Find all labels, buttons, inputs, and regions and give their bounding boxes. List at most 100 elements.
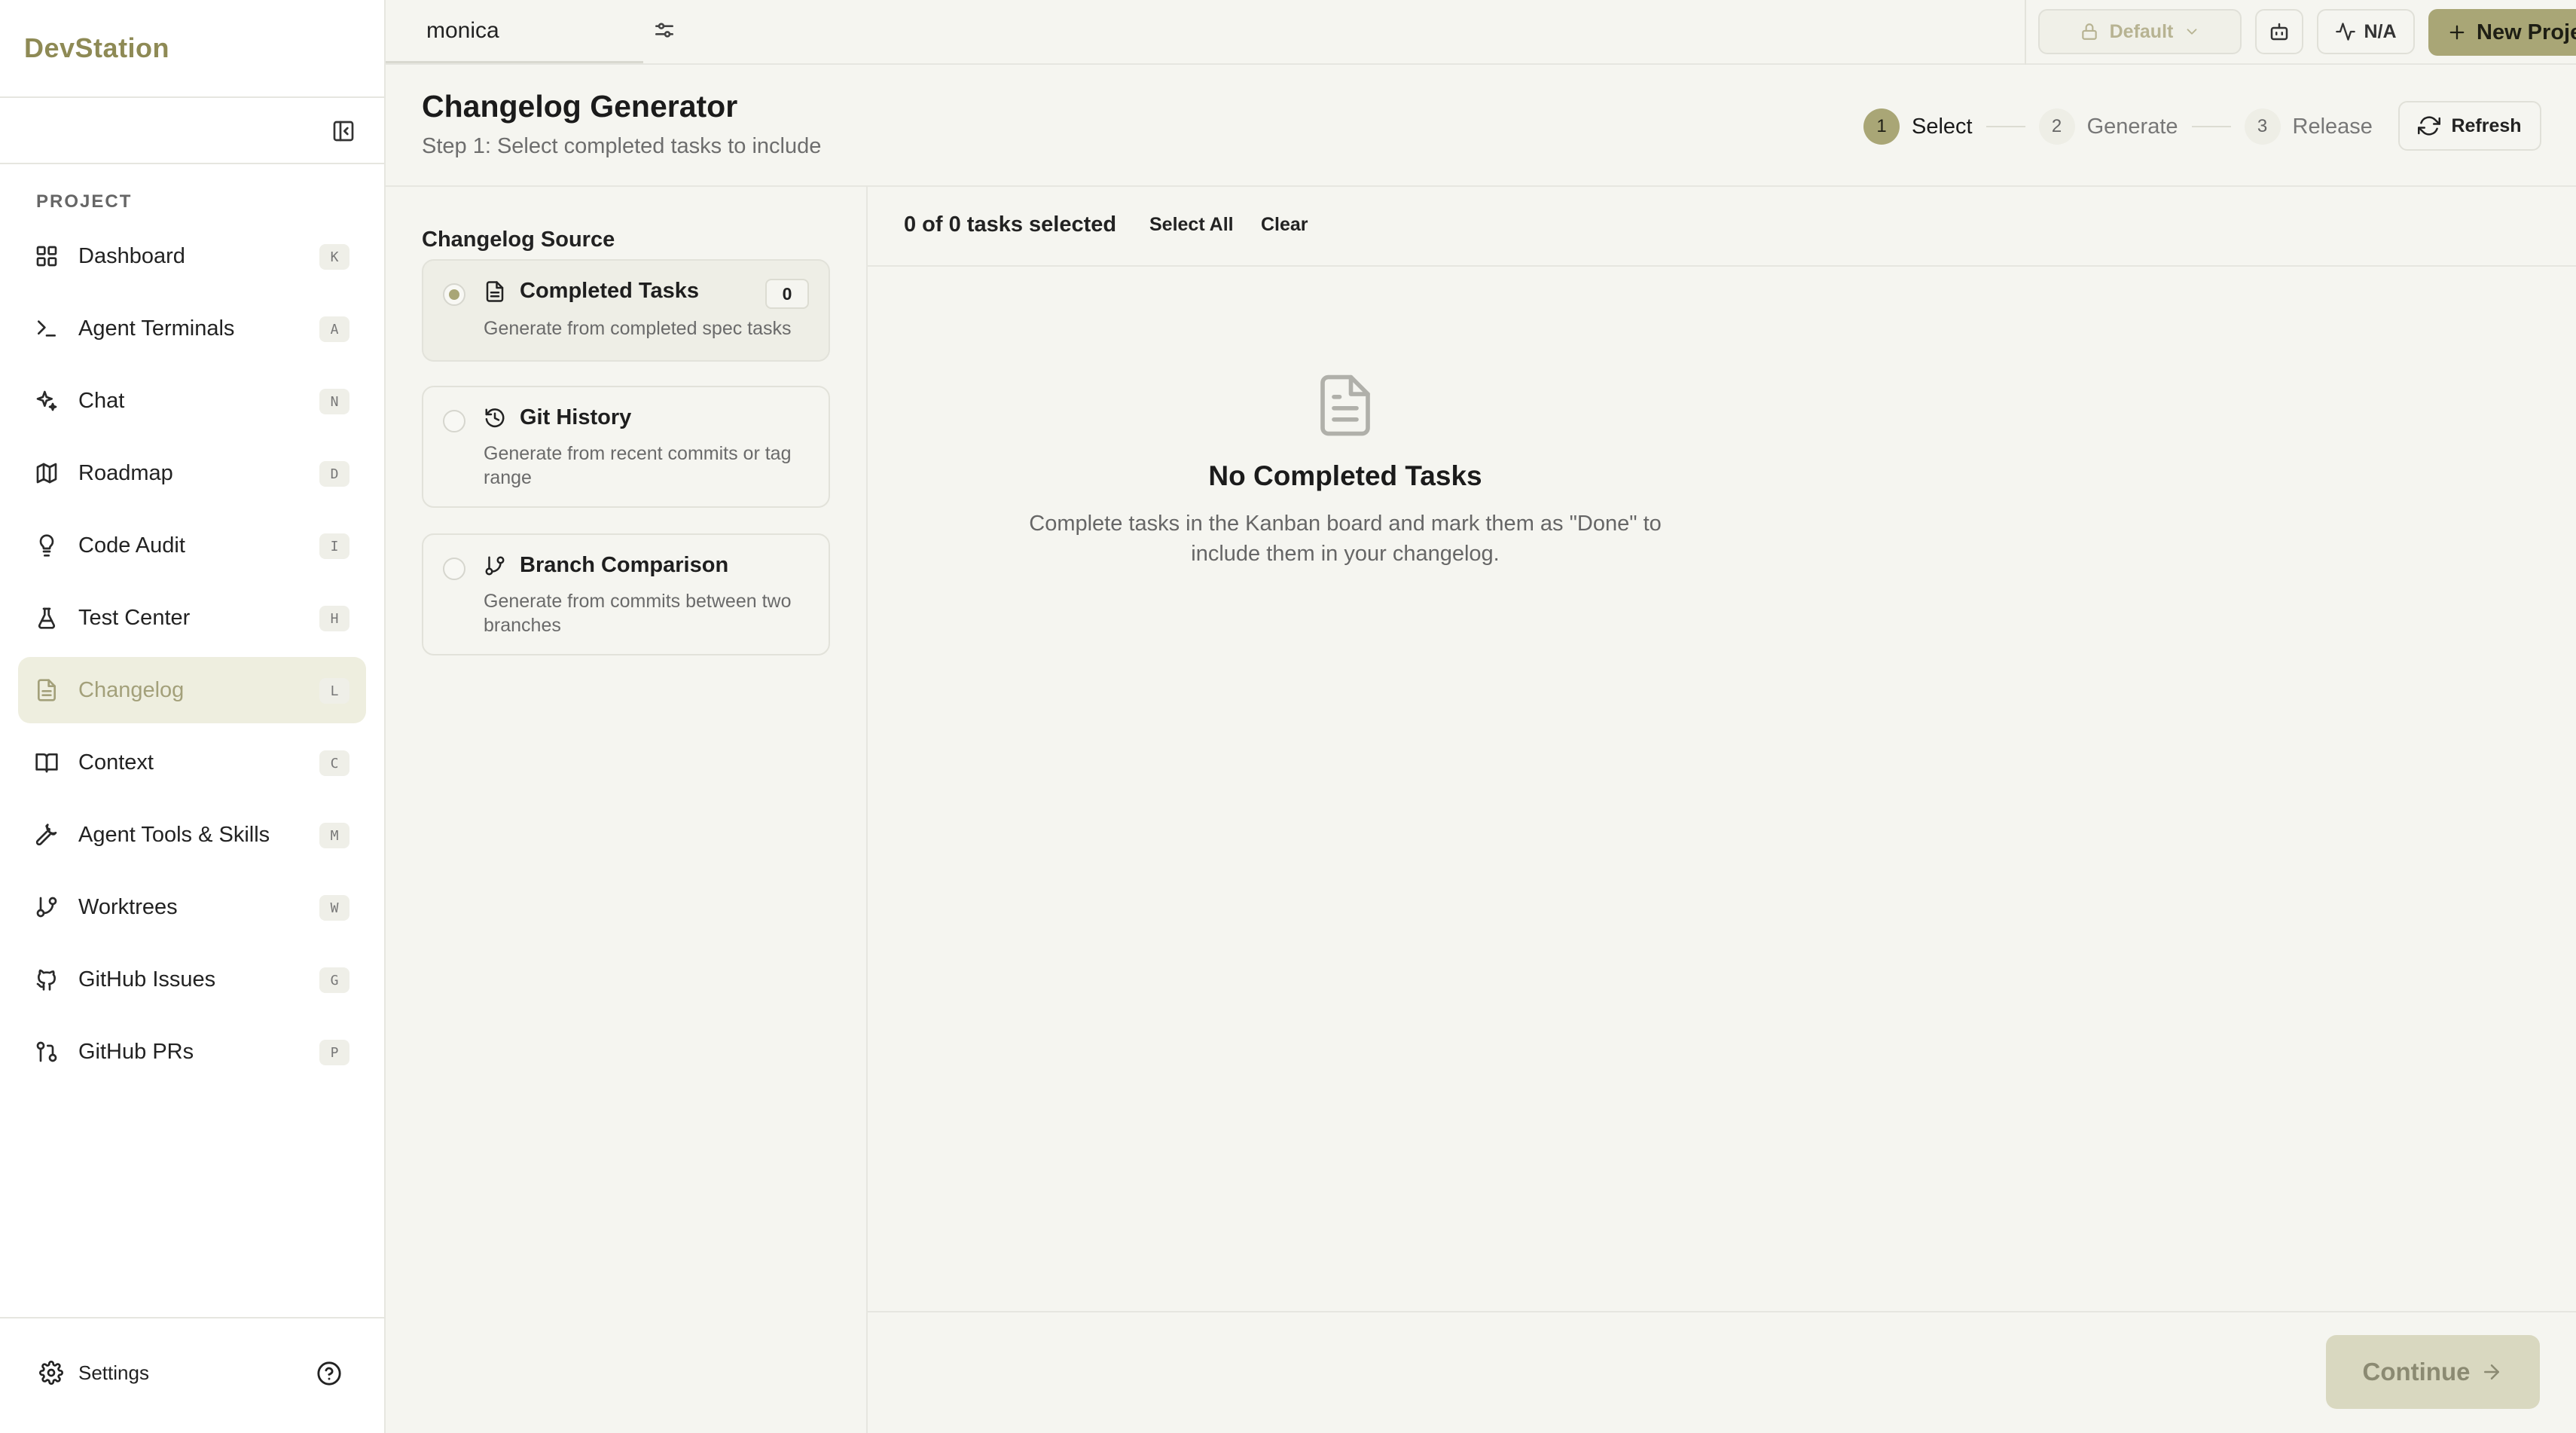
sidebar-item-chat[interactable]: Chat N [18, 368, 366, 434]
step-number: 2 [2038, 108, 2075, 145]
shortcut-key: P [319, 1040, 349, 1065]
shortcut-key: C [319, 750, 349, 776]
step-connector [2191, 126, 2231, 127]
profile-select[interactable]: Default [2038, 9, 2242, 54]
shortcut-key: W [319, 895, 349, 921]
source-option-desc: Generate from completed spec tasks [484, 318, 792, 339]
history-icon [484, 407, 506, 429]
dashboard-icon [35, 244, 59, 268]
lock-icon [2080, 22, 2099, 41]
radio-selected[interactable] [443, 283, 465, 306]
sidebar-item-context[interactable]: Context C [18, 729, 366, 796]
tasks-panel: 0 of 0 tasks selected Select All Clear N… [868, 187, 2576, 1433]
sidebar-item-label: Test Center [78, 605, 191, 630]
bot-icon [2268, 20, 2291, 43]
changelog-source-panel: Changelog Source Completed Tasks 0 Gener… [386, 187, 868, 1433]
wrench-icon [35, 823, 59, 847]
page-title: Changelog Generator [422, 89, 738, 124]
profile-select-value: Default [2109, 20, 2174, 42]
step-number: 1 [1863, 108, 1900, 145]
shortcut-key: I [319, 533, 349, 559]
sidebar-item-label: Roadmap [78, 460, 173, 485]
shortcut-key: L [319, 678, 349, 704]
brand-header: DevStation [0, 0, 384, 98]
sidebar-item-label: Agent Tools & Skills [78, 822, 270, 847]
top-bar: monica Default N/A New Project [386, 0, 2576, 65]
arrow-right-icon [2470, 1361, 2503, 1383]
sidebar-item-changelog[interactable]: Changelog L [18, 657, 366, 723]
sidebar: DevStation PROJECT Dashboard K Agent Ter… [0, 0, 386, 1433]
source-option-git-history[interactable]: Git History Generate from recent commits… [422, 386, 830, 508]
task-count-badge: 0 [765, 279, 809, 309]
page-subtitle: Step 1: Select completed tasks to includ… [422, 134, 822, 158]
git-pull-request-icon [35, 1040, 59, 1064]
settings-button[interactable]: Settings [39, 1361, 149, 1385]
sidebar-item-label: Agent Terminals [78, 316, 235, 341]
sidebar-item-github-prs[interactable]: GitHub PRs P [18, 1019, 366, 1085]
terminal-icon [35, 316, 59, 341]
source-option-branch-comparison[interactable]: Branch Comparison Generate from commits … [422, 533, 830, 655]
sidebar-item-code-audit[interactable]: Code Audit I [18, 512, 366, 579]
sidebar-item-agent-tools[interactable]: Agent Tools & Skills M [18, 802, 366, 868]
file-text-icon [484, 280, 506, 303]
sidebar-footer: Settings [0, 1317, 384, 1433]
tasks-footer: Continue [868, 1311, 2576, 1433]
help-icon[interactable] [316, 1361, 342, 1386]
sidebar-item-label: Context [78, 750, 154, 775]
tasks-toolbar: 0 of 0 tasks selected Select All Clear [868, 187, 2576, 267]
sidebar-item-worktrees[interactable]: Worktrees W [18, 874, 366, 940]
continue-button[interactable]: Continue [2326, 1335, 2540, 1409]
continue-label: Continue [2362, 1358, 2471, 1386]
sidebar-item-roadmap[interactable]: Roadmap D [18, 440, 366, 506]
shortcut-key: A [319, 316, 349, 342]
shortcut-key: M [319, 823, 349, 848]
book-open-icon [35, 750, 59, 775]
agent-button[interactable] [2255, 9, 2303, 54]
sidebar-item-github-issues[interactable]: GitHub Issues G [18, 946, 366, 1013]
sidebar-item-label: GitHub PRs [78, 1039, 194, 1064]
step-label-select: Select [1912, 114, 1973, 139]
refresh-button[interactable]: Refresh [2398, 101, 2541, 151]
github-icon [35, 967, 59, 991]
empty-state: No Completed Tasks Complete tasks in the… [868, 371, 1823, 569]
sidebar-item-label: GitHub Issues [78, 967, 216, 991]
git-branch-icon [35, 895, 59, 919]
source-option-desc: Generate from recent commits or tag rang… [484, 443, 792, 488]
source-option-completed-tasks[interactable]: Completed Tasks 0 Generate from complete… [422, 259, 830, 362]
source-option-title: Completed Tasks [520, 279, 699, 303]
new-project-button[interactable]: New Project [2428, 9, 2576, 56]
shortcut-key: H [319, 606, 349, 631]
source-option-title: Git History [520, 405, 632, 429]
select-all-button[interactable]: Select All [1149, 214, 1234, 236]
status-label: N/A [2364, 20, 2397, 42]
clear-button[interactable]: Clear [1261, 214, 1308, 236]
status-button[interactable]: N/A [2317, 9, 2415, 54]
project-tab-label: monica [426, 17, 499, 43]
empty-state-description: Complete tasks in the Kanban board and m… [1029, 512, 1662, 566]
sidebar-collapse-row [0, 98, 384, 164]
tab-project[interactable]: monica [386, 0, 643, 63]
sidebar-item-test-center[interactable]: Test Center H [18, 585, 366, 651]
map-icon [35, 461, 59, 485]
sliders-icon[interactable] [652, 18, 676, 42]
sidebar-item-agent-terminals[interactable]: Agent Terminals A [18, 295, 366, 362]
source-title: Changelog Source [422, 228, 615, 252]
sidebar-item-dashboard[interactable]: Dashboard K [18, 223, 366, 289]
radio-unselected[interactable] [443, 558, 465, 580]
stepper: 1 Select 2 Generate 3 Release [1863, 107, 2373, 146]
source-option-desc: Generate from commits between two branch… [484, 591, 792, 636]
source-option-title: Branch Comparison [520, 553, 729, 577]
sidebar-item-label: Dashboard [78, 243, 185, 268]
step-number: 3 [2244, 108, 2281, 145]
git-branch-icon [484, 555, 506, 577]
radio-unselected[interactable] [443, 410, 465, 432]
flask-icon [35, 606, 59, 630]
sidebar-item-label: Changelog [78, 677, 185, 702]
lightbulb-icon [35, 533, 59, 558]
sidebar-item-label: Code Audit [78, 533, 185, 558]
chevron-down-icon [2184, 23, 2200, 40]
collapse-sidebar-icon[interactable] [328, 116, 359, 146]
sidebar-item-label: Chat [78, 388, 125, 413]
settings-label: Settings [78, 1361, 149, 1384]
step-label-generate: Generate [2086, 114, 2178, 139]
